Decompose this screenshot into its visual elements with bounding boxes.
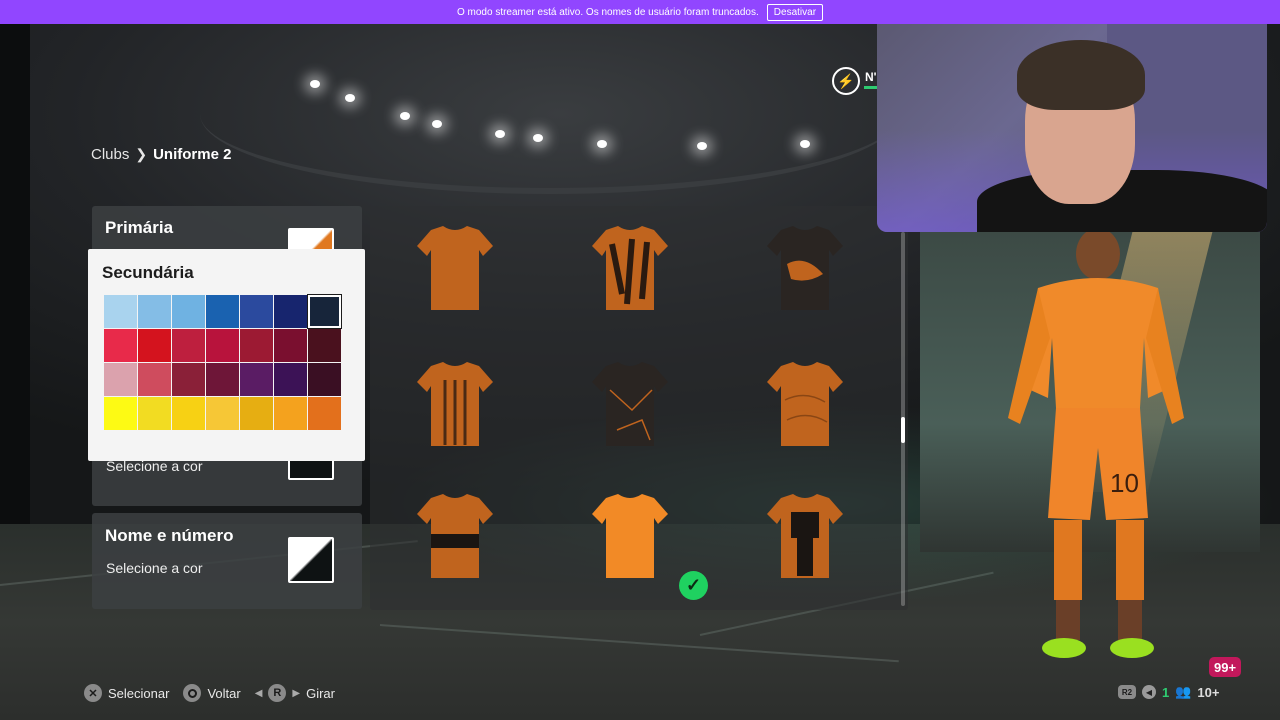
color-cell[interactable] [240,329,273,362]
kit-option-6[interactable] [767,360,843,450]
color-cell[interactable] [240,397,273,430]
right-arrow-icon: ▶ [292,687,301,699]
kit-option-7[interactable] [417,492,493,582]
color-cell[interactable] [138,295,171,328]
breadcrumb-current: Uniforme 2 [153,146,232,163]
color-cell[interactable] [138,397,171,430]
r2-button-icon: R2 [1118,685,1136,699]
name-number-panel[interactable]: Nome e número Selecione a cor [92,513,362,609]
color-cell[interactable] [206,329,239,362]
friends-icon: 👥 [1175,684,1192,699]
color-cell[interactable] [172,295,205,328]
color-cell[interactable] [274,397,307,430]
color-cell[interactable] [172,363,205,396]
stadium-light [697,142,707,150]
primary-color-title: Primária [105,218,174,237]
color-cell[interactable] [308,329,341,362]
color-cell[interactable] [274,329,307,362]
color-cell[interactable] [308,397,341,430]
kit-option-2[interactable] [592,224,668,314]
streamer-hair [1017,40,1145,110]
color-cell[interactable] [274,295,307,328]
color-grid [104,294,342,430]
party-icon: ◀ [1142,685,1156,699]
breadcrumb-parent[interactable]: Clubs [91,146,129,163]
name-number-swatch[interactable] [288,537,334,583]
kit-grid [370,206,908,610]
back-control[interactable]: Voltar [183,684,241,702]
back-label: Voltar [207,685,241,701]
color-cell[interactable] [138,329,171,362]
r-stick-icon: R [268,684,287,702]
kit-option-3[interactable] [767,224,843,314]
stadium-light [533,134,543,142]
select-control[interactable]: ✕ Selecionar [84,684,169,702]
streamer-mode-message: O modo streamer está ativo. Os nomes de … [456,6,759,18]
color-cell[interactable] [240,295,273,328]
left-arrow-icon: ◀ [254,687,263,699]
color-cell[interactable] [104,295,137,328]
breadcrumb: Clubs ❯ Uniforme 2 [91,146,231,163]
color-cell[interactable] [308,363,341,396]
rotate-control[interactable]: ◀ R ▶ Girar [255,684,335,702]
stadium-light [310,80,320,88]
circle-button-icon [183,684,202,702]
stadium-light [432,120,442,128]
controls-footer: ✕ Selecionar Voltar ◀ R ▶ Girar [84,684,335,702]
stadium-light [400,112,410,120]
rotate-label: Girar [306,685,335,701]
notification-badge[interactable]: 99+ [1209,657,1242,677]
level-progress-bar [864,86,878,89]
color-cell[interactable] [274,363,307,396]
player-model: 10 [1008,228,1184,658]
svg-text:10: 10 [1110,468,1139,498]
color-cell[interactable] [104,329,137,362]
color-cell[interactable] [138,363,171,396]
level-label: N' [865,70,877,84]
secondary-color-picker: Secundária [88,249,365,461]
color-cell[interactable] [206,295,239,328]
chevron-right-icon: ❯ [135,146,148,162]
color-cell[interactable] [307,294,342,329]
friends-count: 10+ [1197,684,1220,700]
color-cell[interactable] [206,363,239,396]
selected-check-icon: ✓ [679,571,708,600]
color-cell[interactable] [172,397,205,430]
cross-button-icon: ✕ [84,684,102,702]
kit-option-5[interactable] [592,360,668,450]
streamer-mode-banner: O modo streamer está ativo. Os nomes de … [0,0,1280,24]
color-cell[interactable] [172,329,205,362]
webcam-overlay [877,10,1267,232]
color-cell[interactable] [240,363,273,396]
color-cell[interactable] [104,363,137,396]
stadium-light [597,140,607,148]
kit-option-8[interactable] [592,492,668,582]
stadium-light [800,140,810,148]
disable-streamer-mode-button[interactable]: Desativar [766,3,824,21]
select-color-label: Selecione a cor [106,560,203,576]
color-cell[interactable] [206,397,239,430]
kit-option-9[interactable] [767,492,843,582]
kit-option-4[interactable] [417,360,493,450]
kit-scrollbar-thumb[interactable] [901,417,905,443]
stadium-light [345,94,355,102]
stadium-roof [200,34,900,194]
lightning-icon: ⚡ [832,67,860,95]
party-count: 1 [1162,684,1170,700]
stadium-light [495,130,505,138]
status-bar: R2 ◀ 1 👥 10+ [1118,684,1219,700]
name-number-title: Nome e número [105,526,234,545]
picker-title: Secundária [102,263,194,282]
kit-option-1[interactable] [417,224,493,314]
color-cell[interactable] [104,397,137,430]
select-label: Selecionar [108,685,170,701]
